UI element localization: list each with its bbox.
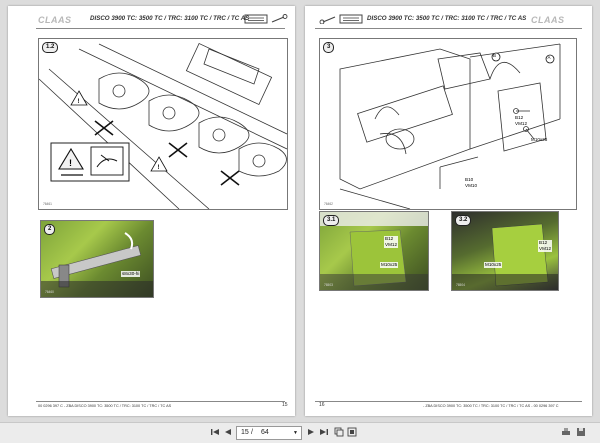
label-m10: M10x25 [484,262,503,268]
label-b12: B12 VM12 [515,115,528,126]
figure-badge: 2 [44,224,56,235]
figure-3: 3 B A B12 VM12 M10x25 B10 VM10 76462 [319,38,577,210]
bolt-label: s8x30-hi [121,271,141,277]
page-title: DISCO 3900 TC: 3500 TC / TRC: 3100 TC / … [90,15,250,22]
label-b12: B12 VM12 [384,236,399,248]
wrench-icon [319,16,336,24]
image-code: 76462 [324,202,333,206]
mower-drawing: ! ! ! [39,42,287,209]
svg-text:!: ! [158,165,160,171]
figure-2-photo: 2 s8x30-hi 76460 [40,220,154,298]
book-icon [244,14,268,24]
right-page: DISCO 3900 TC: 3500 TC / TRC: 3100 TC / … [305,6,592,416]
pdf-toolbar: 15 / 64 ▼ [0,422,600,443]
wrench-icon [271,14,288,23]
next-page-icon[interactable] [306,427,316,437]
figure-badge: 3.2 [455,215,472,226]
svg-text:!: ! [69,158,72,168]
fit-page-icon[interactable] [347,427,357,437]
document-viewer: CLAAS DISCO 3900 TC: 3500 TC / TRC: 3100… [0,0,600,422]
callout-b: B [493,53,497,58]
image-code: 76504 [456,283,465,287]
label-b12: B12 VM12 [538,240,553,252]
copy-icon[interactable] [334,427,344,437]
print-icon[interactable] [561,427,571,437]
image-code: 76461 [43,202,52,206]
figure-badge: 1.2 [42,42,59,53]
label-m10: M10x25 [531,137,548,142]
save-icon[interactable] [576,427,586,437]
figure-1-2: 1.2 ! ! ! 76461 [38,38,288,210]
image-code: 76503 [324,283,333,287]
page-title: DISCO 3900 TC: 3500 TC / TRC: 3100 TC / … [367,15,527,22]
page-selector[interactable]: 15 / 64 ▼ [236,426,302,440]
figure-badge: 3 [323,42,335,53]
frame-drawing [339,43,561,209]
label-m10: M10x25 [380,262,399,268]
claas-logo: CLAAS [38,15,72,25]
header-rule [315,28,582,29]
image-code: 76460 [45,290,54,294]
current-page[interactable]: 15 [241,427,249,439]
footer-text: - ZBA DISCO 3900 TC: 3500 TC / TRC: 3100… [423,404,559,408]
page-number: 15 [282,402,288,408]
footer-rule [315,401,582,402]
page-number: 16 [319,402,325,408]
total-pages: 64 [261,429,269,436]
figure-3-1-photo: 3.1 B12 VM12 M10x25 76503 [319,211,429,291]
first-page-icon[interactable] [210,427,220,437]
footer-rule [36,401,285,402]
footer-text: 00 0296 397 C - ZBA DISCO 3900 TC: 3500 … [38,404,172,408]
svg-text:!: ! [78,99,80,105]
claas-logo: CLAAS [531,15,565,25]
page-separator: / [251,429,253,436]
label-b10: B10 VM10 [465,177,478,188]
figure-3-2-photo: 3.2 B12 VM12 M10x25 76504 [451,211,559,291]
header-rule [36,28,285,29]
book-icon [339,14,363,24]
previous-page-icon[interactable] [223,427,233,437]
figure-badge: 3.1 [323,215,340,226]
bracket-drawing [41,232,153,297]
last-page-icon[interactable] [319,427,329,437]
chevron-down-icon[interactable]: ▼ [293,427,298,439]
callout-a: A [547,55,551,60]
left-page: CLAAS DISCO 3900 TC: 3500 TC / TRC: 3100… [8,6,295,416]
